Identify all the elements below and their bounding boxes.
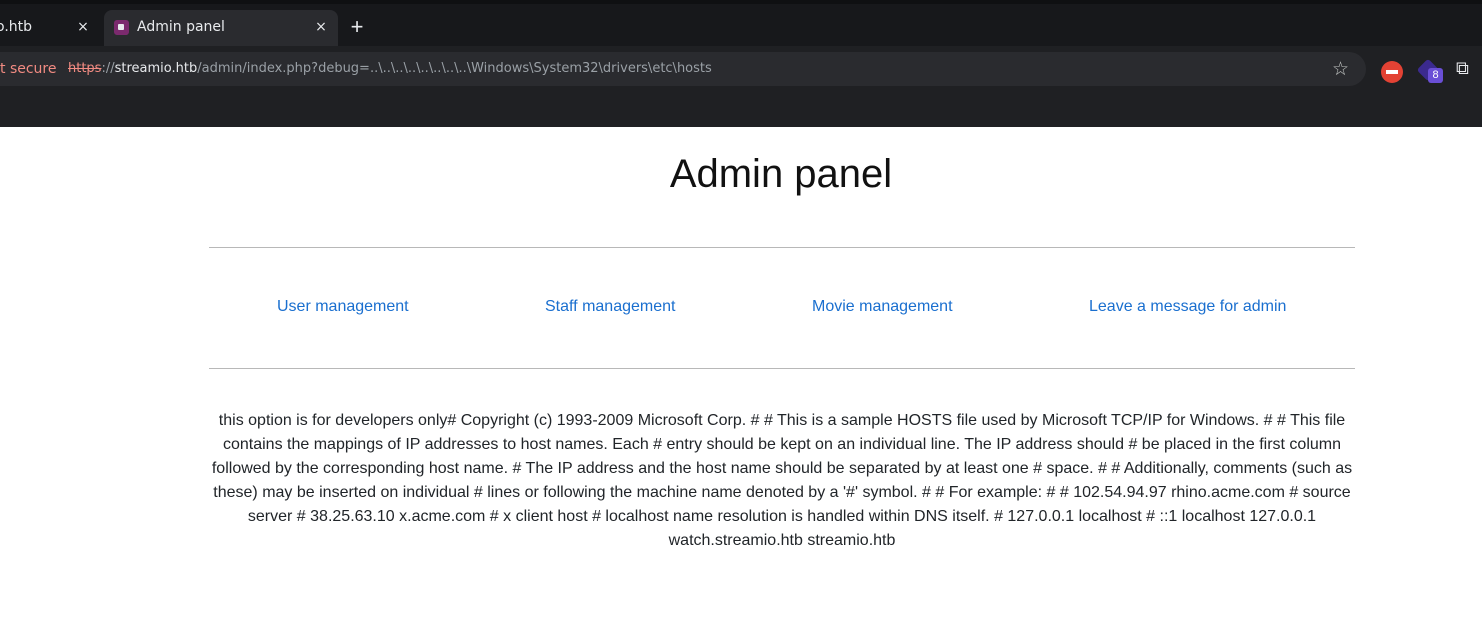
tab-admin-panel[interactable]: Admin panel ×	[104, 10, 338, 46]
tab-title: Admin panel	[137, 19, 225, 35]
divider-top	[209, 247, 1355, 248]
url-separator: ://	[101, 61, 115, 76]
not-secure-indicator[interactable]: t secure	[0, 61, 56, 77]
url-path: /admin/index.php?debug=..\..\..\..\..\..…	[197, 61, 712, 76]
extension-badge: 8	[1428, 68, 1443, 83]
divider-bottom	[209, 368, 1355, 369]
star-icon[interactable]: ☆	[1332, 58, 1349, 81]
tab-title: o.htb	[0, 19, 33, 35]
nav-leave-message[interactable]: Leave a message for admin	[1089, 298, 1286, 316]
url-host: streamio.htb	[114, 61, 198, 76]
browser-chrome: o.htb × Admin panel × + t secure https:/…	[0, 0, 1482, 127]
site-favicon-icon	[114, 20, 129, 35]
close-icon[interactable]: ×	[74, 18, 92, 36]
close-icon[interactable]: ×	[312, 18, 330, 36]
nav-user-management[interactable]: User management	[277, 298, 409, 316]
page-title: Admin panel	[669, 152, 893, 196]
nav-movie-management[interactable]: Movie management	[812, 298, 953, 316]
puzzle-icon[interactable]: ⧉	[1456, 58, 1469, 79]
new-tab-button[interactable]: +	[346, 16, 368, 38]
tab-strip: o.htb × Admin panel × +	[0, 4, 1482, 46]
tab-streamio[interactable]: o.htb ×	[0, 10, 100, 46]
extension-icon[interactable]	[1381, 61, 1403, 83]
url-text[interactable]: https://streamio.htb/admin/index.php?deb…	[68, 61, 712, 76]
nav-staff-management[interactable]: Staff management	[545, 298, 675, 316]
extension-badge-icon[interactable]: 8	[1416, 58, 1443, 83]
url-scheme: https	[68, 61, 102, 76]
debug-output: this option is for developers only# Copy…	[211, 412, 1353, 549]
